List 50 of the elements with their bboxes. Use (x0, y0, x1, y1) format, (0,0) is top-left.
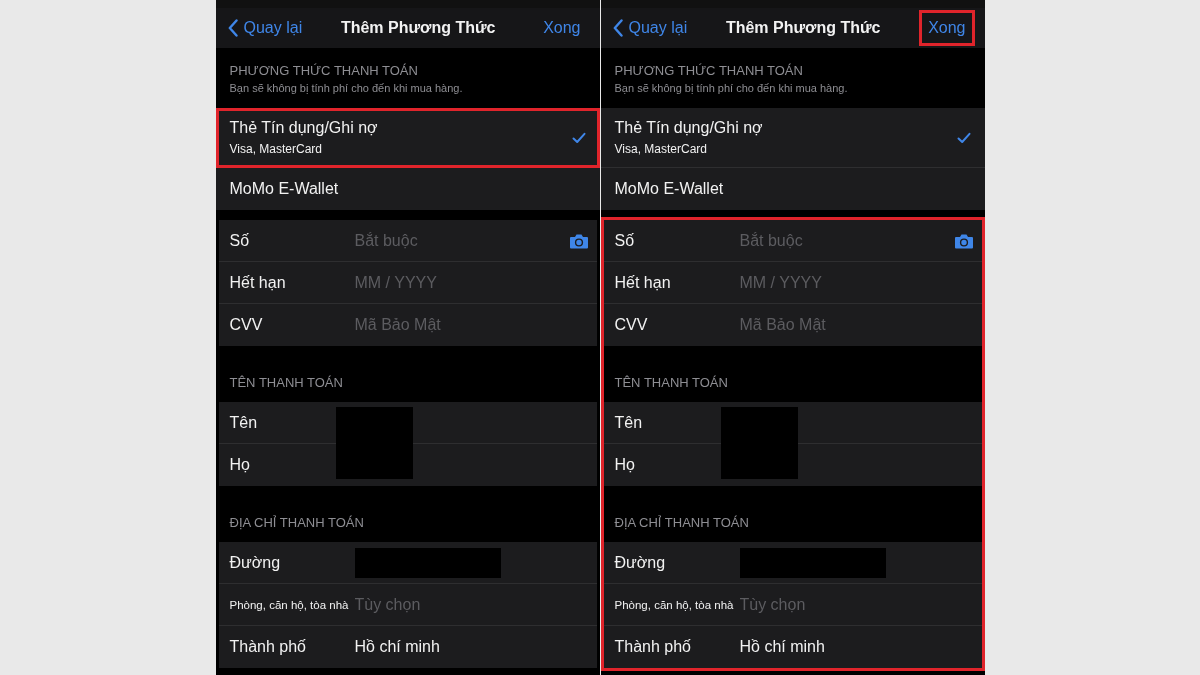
field-label: Họ (229, 456, 251, 474)
back-button[interactable]: Quay lại (612, 19, 688, 37)
camera-icon[interactable] (953, 232, 974, 249)
field-label: Đường (614, 553, 667, 572)
field-label: Phòng, căn hộ, tòa nhà (614, 598, 735, 611)
payment-method-option[interactable]: Thẻ Tín dụng/Ghi nợ Visa, MasterCard (215, 108, 600, 168)
field-label: Hết hạn (614, 273, 672, 292)
field-label: Thành phố (229, 638, 307, 656)
field-label: CVV (229, 316, 264, 334)
checkmark-icon (956, 131, 971, 144)
checkmark-icon (571, 131, 586, 144)
field-label: Tên (229, 413, 259, 432)
section-header: TÊN THANH TOÁN (614, 375, 728, 390)
section-header: TÊN THANH TOÁN (229, 375, 343, 390)
screen-title: Thêm Phương Thức (340, 19, 496, 37)
section-header: ĐỊA CHỈ THANH TOÁN (614, 515, 749, 530)
screen-title: Thêm Phương Thức (725, 19, 881, 37)
input-field[interactable]: Tùy chọn (354, 595, 597, 614)
payment-method-option[interactable]: Thẻ Tín dụng/Ghi nợ Visa, MasterCard (600, 108, 985, 168)
section-header: ĐỊA CHỈ THANH TOÁN (229, 515, 364, 530)
input-field[interactable]: Hồ chí minh (354, 638, 597, 656)
section-note: Bạn sẽ không bị tính phí cho đến khi mua hàng. (614, 81, 849, 94)
payment-method-option[interactable]: MoMo E-Wallet (600, 168, 985, 210)
input-field[interactable]: Tùy chọn (739, 595, 982, 614)
field-label: Thành phố (614, 638, 692, 656)
chevron-left-icon (227, 19, 238, 37)
back-button[interactable]: Quay lại (227, 19, 303, 37)
field-label: Hết hạn (229, 273, 287, 292)
input-field[interactable]: Bắt buộc (739, 231, 954, 250)
input-field[interactable]: Mã Bảo Mật (739, 316, 982, 334)
input-field[interactable]: MM / YYYY (354, 273, 597, 292)
chevron-left-icon (612, 19, 623, 37)
field-label: Đường (229, 553, 282, 572)
camera-icon[interactable] (568, 232, 589, 249)
field-label: Tên (614, 413, 644, 432)
section-header: PHƯƠNG THỨC THANH TOÁN (229, 62, 419, 78)
section-note: Bạn sẽ không bị tính phí cho đến khi mua hàng. (229, 81, 464, 94)
field-label: Phòng, căn hộ, tòa nhà (229, 598, 350, 611)
field-label: CVV (614, 316, 649, 334)
field-label: Số (614, 231, 636, 250)
done-button[interactable]: Xong (534, 10, 590, 46)
field-label: Họ (614, 456, 636, 474)
input-field[interactable]: MM / YYYY (739, 273, 982, 292)
input-field[interactable]: Mã Bảo Mật (354, 316, 597, 334)
field-label: Số (229, 231, 251, 250)
section-header: PHƯƠNG THỨC THANH TOÁN (614, 62, 804, 78)
input-field[interactable]: Bắt buộc (354, 231, 569, 250)
done-button[interactable]: Xong (919, 10, 975, 46)
payment-method-option[interactable]: MoMo E-Wallet (215, 168, 600, 210)
input-field[interactable]: Hồ chí minh (739, 638, 982, 656)
